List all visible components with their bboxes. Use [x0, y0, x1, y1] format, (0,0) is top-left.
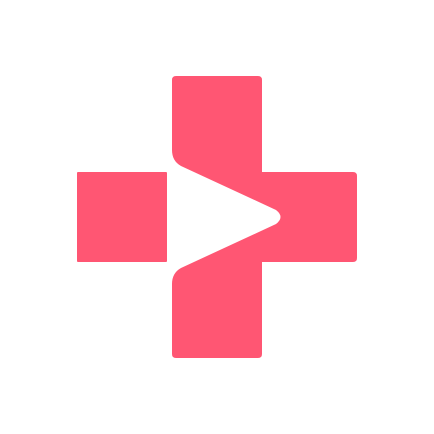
cross-body-with-play-notch	[172, 76, 357, 358]
cross-left-square	[77, 172, 167, 262]
app-logo-canvas	[0, 0, 434, 434]
medical-cross-play-icon	[77, 76, 357, 358]
